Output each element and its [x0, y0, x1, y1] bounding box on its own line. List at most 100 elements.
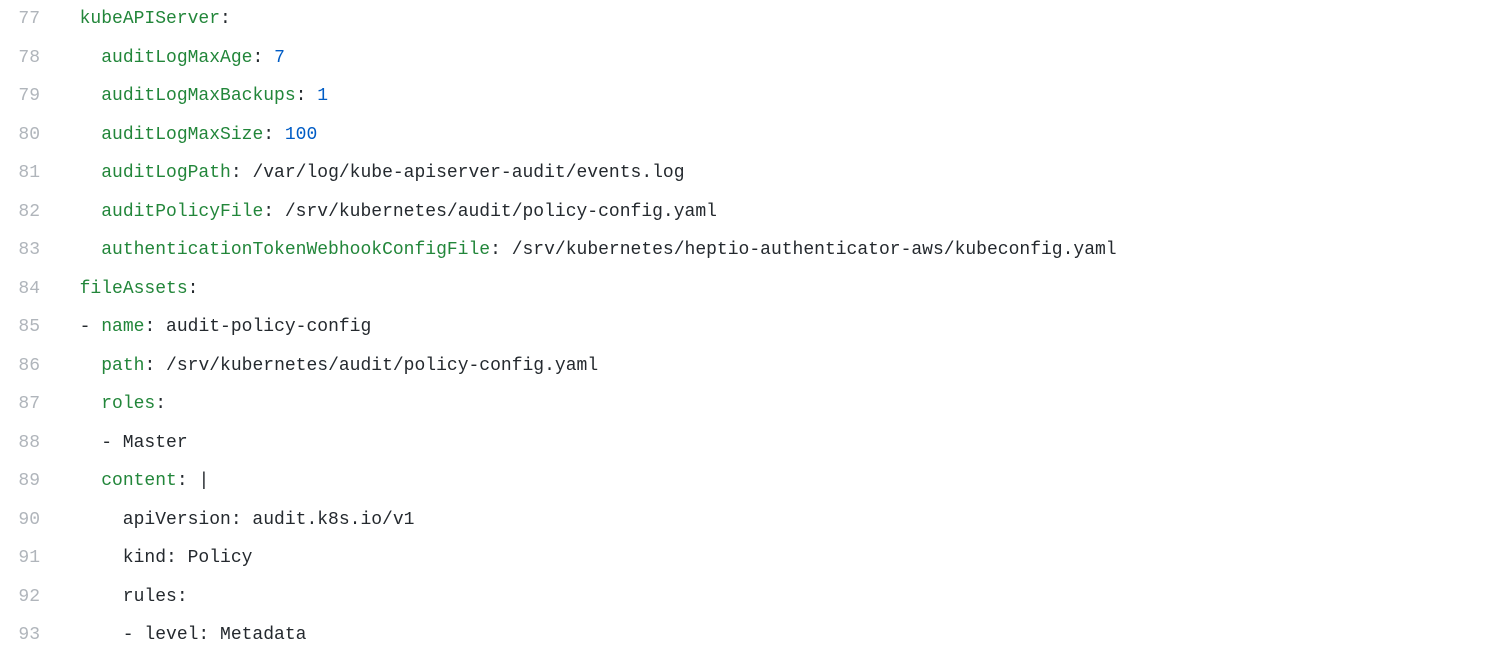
code-line: 81 auditLogPath: /var/log/kube-apiserver… [0, 154, 1500, 193]
syntax-token: fileAssets [80, 279, 188, 299]
syntax-token: - [58, 317, 101, 337]
syntax-token: kubeAPIServer [80, 9, 220, 29]
line-content[interactable]: auditLogMaxSize: 100 [58, 116, 1500, 155]
syntax-token: : [144, 356, 166, 376]
line-content[interactable]: - level: Metadata [58, 616, 1500, 655]
code-line: 88 - Master [0, 424, 1500, 463]
syntax-token: 7 [274, 48, 285, 68]
code-line: 87 roles: [0, 385, 1500, 424]
line-number: 81 [0, 154, 58, 193]
code-line: 85 - name: audit-policy-config [0, 308, 1500, 347]
syntax-token: /srv/kubernetes/heptio-authenticator-aws… [512, 240, 1117, 260]
syntax-token: : [490, 240, 512, 260]
syntax-token: audit-policy-config [166, 317, 371, 337]
syntax-token [58, 163, 101, 183]
yaml-code-block: 77 kubeAPIServer:78 auditLogMaxAge: 779 … [0, 0, 1500, 655]
line-number: 91 [0, 539, 58, 578]
code-line: 82 auditPolicyFile: /srv/kubernetes/audi… [0, 193, 1500, 232]
syntax-token [58, 125, 101, 145]
syntax-token: auditLogMaxAge [101, 48, 252, 68]
syntax-token [58, 9, 80, 29]
line-number: 78 [0, 39, 58, 78]
syntax-token: rules: [58, 587, 188, 607]
syntax-token: path [101, 356, 144, 376]
syntax-token: auditPolicyFile [101, 202, 263, 222]
code-line: 90 apiVersion: audit.k8s.io/v1 [0, 501, 1500, 540]
syntax-token: - Master [58, 433, 188, 453]
code-line: 89 content: | [0, 462, 1500, 501]
code-line: 79 auditLogMaxBackups: 1 [0, 77, 1500, 116]
line-content[interactable]: rules: [58, 578, 1500, 617]
syntax-token [58, 202, 101, 222]
line-content[interactable]: auditLogMaxBackups: 1 [58, 77, 1500, 116]
line-number: 93 [0, 616, 58, 655]
line-content[interactable]: - name: audit-policy-config [58, 308, 1500, 347]
syntax-token [58, 279, 80, 299]
syntax-token [58, 240, 101, 260]
line-content[interactable]: apiVersion: audit.k8s.io/v1 [58, 501, 1500, 540]
syntax-token [58, 86, 101, 106]
syntax-token: content [101, 471, 177, 491]
line-content[interactable]: auditLogPath: /var/log/kube-apiserver-au… [58, 154, 1500, 193]
line-content[interactable]: - Master [58, 424, 1500, 463]
syntax-token [58, 48, 101, 68]
syntax-token: : [231, 163, 253, 183]
syntax-token: : [188, 279, 199, 299]
code-line: 84 fileAssets: [0, 270, 1500, 309]
syntax-token: roles [101, 394, 155, 414]
syntax-token: auditLogMaxBackups [101, 86, 295, 106]
line-number: 79 [0, 77, 58, 116]
syntax-token: 100 [285, 125, 317, 145]
line-number: 90 [0, 501, 58, 540]
line-number: 84 [0, 270, 58, 309]
line-content[interactable]: path: /srv/kubernetes/audit/policy-confi… [58, 347, 1500, 386]
line-number: 83 [0, 231, 58, 270]
syntax-token [58, 394, 101, 414]
syntax-token: : [155, 394, 166, 414]
line-content[interactable]: content: | [58, 462, 1500, 501]
line-content[interactable]: auditPolicyFile: /srv/kubernetes/audit/p… [58, 193, 1500, 232]
line-number: 88 [0, 424, 58, 463]
line-number: 85 [0, 308, 58, 347]
syntax-token: apiVersion: audit.k8s.io/v1 [58, 510, 414, 530]
syntax-token [58, 471, 101, 491]
line-number: 86 [0, 347, 58, 386]
code-line: 78 auditLogMaxAge: 7 [0, 39, 1500, 78]
syntax-token: : [296, 86, 318, 106]
syntax-token: 1 [317, 86, 328, 106]
syntax-token: - level: Metadata [58, 625, 306, 645]
line-content[interactable]: auditLogMaxAge: 7 [58, 39, 1500, 78]
line-number: 92 [0, 578, 58, 617]
syntax-token [58, 356, 101, 376]
syntax-token: : [177, 471, 199, 491]
line-content[interactable]: kind: Policy [58, 539, 1500, 578]
line-content[interactable]: authenticationTokenWebhookConfigFile: /s… [58, 231, 1500, 270]
code-line: 91 kind: Policy [0, 539, 1500, 578]
code-line: 80 auditLogMaxSize: 100 [0, 116, 1500, 155]
syntax-token: : [144, 317, 166, 337]
line-number: 77 [0, 0, 58, 39]
line-number: 89 [0, 462, 58, 501]
line-number: 80 [0, 116, 58, 155]
syntax-token: : [252, 48, 274, 68]
syntax-token: : [263, 202, 285, 222]
syntax-token: /srv/kubernetes/audit/policy-config.yaml [166, 356, 598, 376]
syntax-token: authenticationTokenWebhookConfigFile [101, 240, 490, 260]
line-number: 87 [0, 385, 58, 424]
syntax-token: : [263, 125, 285, 145]
syntax-token: kind: Policy [58, 548, 252, 568]
syntax-token: : [220, 9, 231, 29]
code-line: 86 path: /srv/kubernetes/audit/policy-co… [0, 347, 1500, 386]
line-content[interactable]: roles: [58, 385, 1500, 424]
code-line: 92 rules: [0, 578, 1500, 617]
syntax-token: name [101, 317, 144, 337]
syntax-token: | [198, 471, 209, 491]
syntax-token: /srv/kubernetes/audit/policy-config.yaml [285, 202, 717, 222]
code-line: 93 - level: Metadata [0, 616, 1500, 655]
code-line: 77 kubeAPIServer: [0, 0, 1500, 39]
line-content[interactable]: kubeAPIServer: [58, 0, 1500, 39]
line-content[interactable]: fileAssets: [58, 270, 1500, 309]
code-line: 83 authenticationTokenWebhookConfigFile:… [0, 231, 1500, 270]
line-number: 82 [0, 193, 58, 232]
syntax-token: auditLogMaxSize [101, 125, 263, 145]
